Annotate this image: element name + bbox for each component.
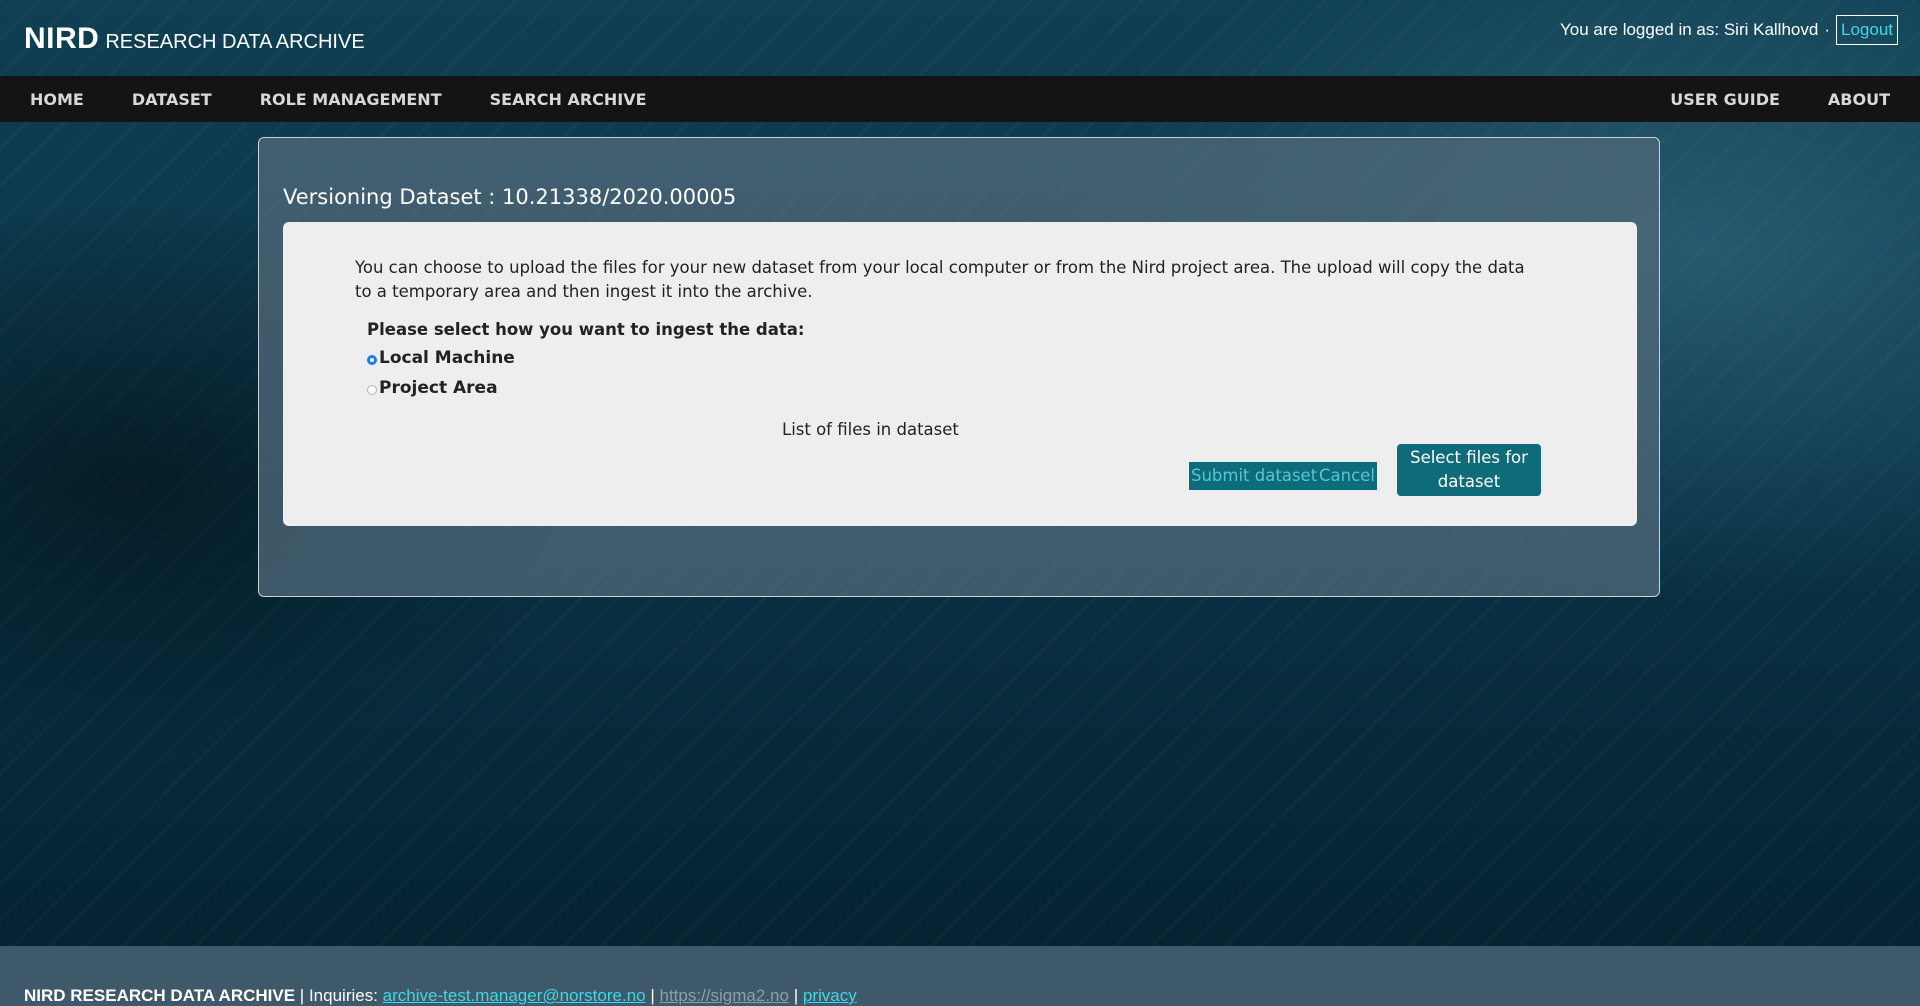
nav-left: HOME DATASET ROLE MANAGEMENT SEARCH ARCH… [30, 76, 695, 122]
footer-brand: NIRD RESEARCH DATA ARCHIVE [24, 986, 296, 1005]
footer-separator: | [793, 986, 799, 1005]
footer-separator: | [299, 986, 305, 1005]
nav-item-user-guide[interactable]: USER GUIDE [1670, 90, 1780, 109]
ingest-method-label: Please select how you want to ingest the… [367, 320, 805, 339]
cancel-button[interactable]: Cancel [1317, 462, 1377, 490]
footer-separator: | [650, 986, 655, 1005]
file-list-heading: List of files in dataset [782, 420, 959, 439]
nav-item-search-archive[interactable]: SEARCH ARCHIVE [490, 90, 647, 109]
page-title: Versioning Dataset : 10.21338/2020.00005 [283, 185, 737, 209]
nav-right: USER GUIDE ABOUT [1622, 76, 1890, 122]
footer-sigma2-link[interactable]: https://sigma2.no [660, 986, 789, 1005]
select-files-button[interactable]: Select files for dataset [1397, 444, 1541, 496]
site-logo[interactable]: NIRD RESEARCH DATA ARCHIVE [24, 22, 365, 56]
nav-item-dataset[interactable]: DATASET [132, 90, 212, 109]
footer-privacy-link[interactable]: privacy [803, 986, 857, 1005]
nav-item-home[interactable]: HOME [30, 90, 84, 109]
footer-inquiries: Inquiries: [308, 986, 378, 1005]
option-label-local-machine[interactable]: Local Machine [379, 348, 515, 368]
radio-local-machine[interactable] [367, 355, 377, 365]
brand-subtitle: RESEARCH DATA ARCHIVE [105, 31, 365, 53]
logout-link[interactable]: Logout [1836, 15, 1898, 45]
footer-email-link[interactable]: archive-test.manager@norstore.no [383, 986, 646, 1005]
versioning-panel: Versioning Dataset : 10.21338/2020.00005… [258, 137, 1660, 597]
footer-text: NIRD RESEARCH DATA ARCHIVE | Inquiries: … [24, 986, 857, 1006]
nav-item-role-management[interactable]: ROLE MANAGEMENT [260, 90, 442, 109]
logged-in-text: You are logged in as: Siri Kallhovd [1560, 20, 1819, 39]
option-label-project-area[interactable]: Project Area [379, 378, 498, 398]
site-header: NIRD RESEARCH DATA ARCHIVE You are logged… [0, 0, 1920, 76]
user-info: You are logged in as: Siri Kallhovd · Lo… [1560, 14, 1898, 46]
intro-text: You can choose to upload the files for y… [355, 258, 1525, 301]
ingest-card: You can choose to upload the files for y… [283, 222, 1637, 526]
radio-project-area[interactable] [367, 385, 377, 395]
option-project-area[interactable]: Project Area [367, 378, 498, 398]
brand-name: NIRD [24, 22, 100, 55]
user-separator: · [1824, 20, 1830, 39]
main-nav: HOME DATASET ROLE MANAGEMENT SEARCH ARCH… [0, 76, 1920, 122]
nav-item-about[interactable]: ABOUT [1828, 90, 1890, 109]
option-local-machine[interactable]: Local Machine [367, 348, 515, 368]
submit-dataset-button[interactable]: Submit dataset [1189, 462, 1320, 490]
site-footer: NIRD RESEARCH DATA ARCHIVE | Inquiries: … [0, 946, 1920, 1006]
